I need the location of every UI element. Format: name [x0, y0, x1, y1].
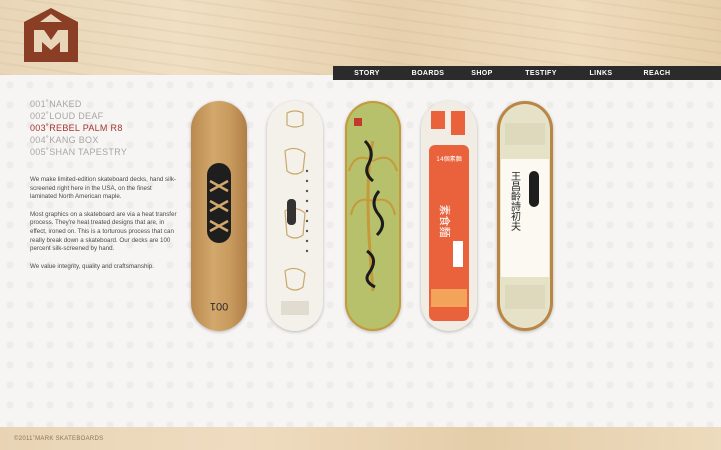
deck-naked[interactable]: 001 — [191, 101, 247, 331]
deck-kang-box[interactable]: 14個素麵 素食麵 — [421, 101, 477, 331]
footer-wood-banner — [0, 427, 721, 450]
board-item-loud-deaf[interactable]: 002˚LOUD DEAF — [30, 110, 127, 122]
main-nav: STORY BOARDS SHOP TESTIFY LINKS REACH — [333, 66, 721, 80]
nav-boards[interactable]: BOARDS — [401, 70, 455, 77]
deck-loud-deaf[interactable] — [267, 101, 323, 331]
description: We make limited-edition skateboard decks… — [30, 176, 180, 280]
board-item-naked[interactable]: 001˚NAKED — [30, 98, 127, 110]
deck-loud-deaf-graphic — [281, 110, 309, 315]
nav-shop[interactable]: SHOP — [455, 70, 509, 77]
nav-links[interactable]: LINKS — [573, 70, 629, 77]
mark-logo-icon[interactable] — [22, 6, 80, 64]
description-paragraph: We make limited-edition skateboard decks… — [30, 176, 177, 201]
deck-number: 001 — [210, 300, 228, 312]
deck-kang-main-text: 素食麵 — [438, 205, 452, 238]
deck-shan-tapestry[interactable]: 王昌齡詩初夫 — [497, 101, 553, 331]
deck-shan-tapestry-graphic: 王昌齡詩初夫 — [501, 123, 549, 309]
description-paragraph: Most graphics on a skateboard are via a … — [30, 210, 177, 253]
deck-kang-box-graphic: 14個素麵 素食麵 — [429, 111, 469, 321]
header-wood-banner — [0, 0, 721, 75]
nav-testify[interactable]: TESTIFY — [509, 70, 573, 77]
footer-copyright: ©2011˚MARK SKATEBOARDS — [14, 436, 104, 442]
deck-naked-graphic: 001 — [207, 163, 231, 312]
deck-shan-text: 王昌齡詩初夫 — [509, 171, 521, 232]
board-item-kang-box[interactable]: 004˚KANG BOX — [30, 134, 127, 146]
board-item-shan-tapestry[interactable]: 005˚SHAN TAPESTRY — [30, 146, 127, 158]
nav-reach[interactable]: REACH — [629, 70, 685, 77]
board-list: 001˚NAKED 002˚LOUD DEAF 003˚REBEL PALM R… — [30, 98, 127, 158]
board-item-rebel-palm[interactable]: 003˚REBEL PALM R8 — [30, 122, 127, 134]
deck-kang-top-text: 14個素麵 — [436, 155, 462, 163]
nav-story[interactable]: STORY — [333, 70, 401, 77]
description-paragraph: We value integrity, quality and craftsma… — [30, 262, 154, 270]
deck-rebel-palm[interactable] — [345, 101, 401, 331]
deck-rebel-palm-graphic — [348, 118, 398, 292]
